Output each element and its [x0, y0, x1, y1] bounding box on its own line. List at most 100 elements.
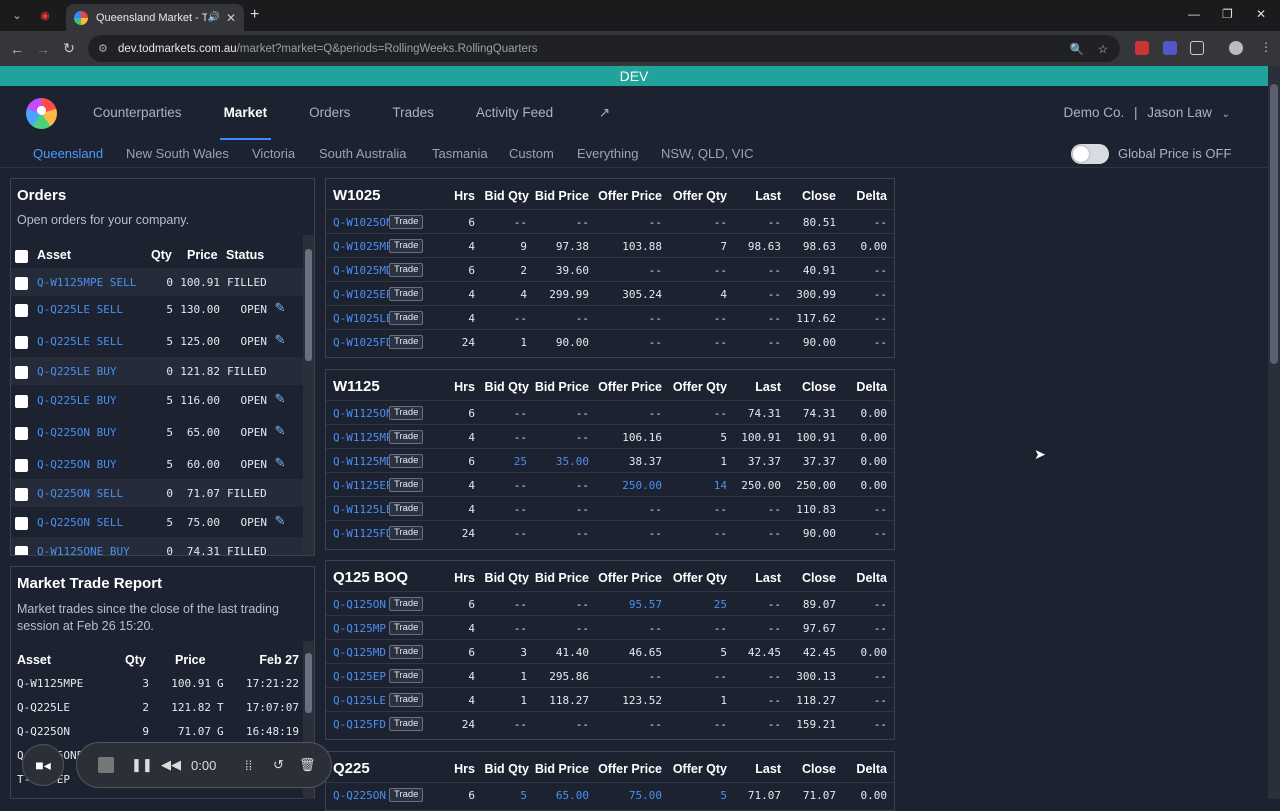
forward-icon[interactable]: → — [30, 41, 56, 57]
market-cell[interactable]: -- — [514, 718, 527, 731]
trade-button[interactable]: Trade — [389, 669, 424, 683]
market-cell[interactable]: 118.27 — [549, 694, 589, 707]
row-checkbox[interactable] — [15, 304, 28, 317]
trade-button[interactable]: Trade — [389, 645, 424, 659]
region-south-australia[interactable]: South Australia — [319, 146, 406, 161]
market-cell[interactable]: 7 — [720, 240, 727, 253]
market-cell[interactable]: 5 — [520, 789, 527, 802]
market-cell[interactable]: -- — [514, 431, 527, 444]
market-cell[interactable]: -- — [649, 407, 662, 420]
order-row[interactable]: Q-Q225LE SELL 5 125.00 OPEN ✎ — [11, 327, 303, 355]
order-row[interactable]: Q-Q225ON SELL 0 71.07 FILLED — [11, 479, 303, 507]
order-asset[interactable]: Q-Q225ON BUY — [37, 458, 116, 471]
edit-order-icon[interactable]: ✎ — [275, 297, 295, 317]
new-tab-button[interactable]: + — [250, 6, 259, 24]
market-cell[interactable]: -- — [576, 527, 589, 540]
row-checkbox[interactable] — [15, 517, 28, 530]
region-queensland[interactable]: Queensland — [33, 146, 103, 161]
order-asset[interactable]: Q-Q225ON BUY — [37, 426, 116, 439]
market-cell[interactable]: -- — [514, 216, 527, 229]
close-tab-icon[interactable]: ✕ — [226, 11, 236, 25]
market-cell[interactable]: 35.00 — [556, 455, 589, 468]
market-cell[interactable]: 123.52 — [622, 694, 662, 707]
nav-counterparties[interactable]: Counterparties — [93, 105, 182, 121]
trade-button[interactable]: Trade — [389, 239, 424, 253]
market-cell[interactable]: -- — [514, 598, 527, 611]
region-tasmania[interactable]: Tasmania — [432, 146, 488, 161]
order-asset[interactable]: Q-Q225ON SELL — [37, 487, 123, 500]
market-cell[interactable]: 1 — [520, 694, 527, 707]
order-asset[interactable]: Q-W1125ONE BUY — [37, 545, 130, 555]
market-cell[interactable]: 65.00 — [556, 789, 589, 802]
market-cell[interactable]: 5 — [720, 646, 727, 659]
market-asset[interactable]: Q-Q125MP — [333, 622, 386, 635]
edit-order-icon[interactable]: ✎ — [275, 510, 295, 530]
order-asset[interactable]: Q-W1125MPE SELL — [37, 276, 136, 289]
market-cell[interactable]: -- — [714, 312, 727, 325]
market-cell[interactable]: -- — [514, 527, 527, 540]
row-checkbox[interactable] — [15, 395, 28, 408]
grid-icon[interactable]: ⁞⁞ — [245, 758, 252, 773]
rewind-icon[interactable]: ◀◀ — [161, 757, 181, 773]
market-cell[interactable]: -- — [649, 264, 662, 277]
market-cell[interactable]: 3 — [520, 646, 527, 659]
order-asset[interactable]: Q-Q225LE SELL — [37, 303, 123, 316]
market-cell[interactable]: -- — [714, 622, 727, 635]
region-everything[interactable]: Everything — [577, 146, 638, 161]
market-cell[interactable]: 1 — [720, 694, 727, 707]
order-row[interactable]: Q-Q225ON SELL 5 75.00 OPEN ✎ — [11, 508, 303, 536]
market-cell[interactable]: -- — [514, 407, 527, 420]
order-row[interactable]: Q-W1125ONE BUY 0 74.31 FILLED — [11, 537, 303, 555]
market-cell[interactable]: 97.38 — [556, 240, 589, 253]
profile-avatar[interactable] — [1229, 41, 1243, 55]
url-field[interactable]: ⚙ dev.todmarkets.com.au/market?market=Q&… — [88, 35, 1120, 62]
market-cell[interactable]: 305.24 — [622, 288, 662, 301]
row-checkbox[interactable] — [15, 277, 28, 290]
nav-market[interactable]: Market — [219, 105, 271, 140]
close-window-icon[interactable]: ✕ — [1256, 7, 1266, 21]
edit-order-icon[interactable]: ✎ — [275, 420, 295, 440]
market-cell[interactable]: -- — [649, 718, 662, 731]
market-cell[interactable]: -- — [714, 670, 727, 683]
extension-icon[interactable] — [1135, 41, 1149, 55]
trade-button[interactable]: Trade — [389, 717, 424, 731]
market-asset[interactable]: Q-Q125MD — [333, 646, 386, 659]
trade-button[interactable]: Trade — [389, 311, 424, 325]
trade-button[interactable]: Trade — [389, 215, 424, 229]
order-row[interactable]: Q-Q225LE BUY 0 121.82 FILLED — [11, 357, 303, 385]
trade-button[interactable]: Trade — [389, 406, 424, 420]
market-cell[interactable]: -- — [649, 312, 662, 325]
market-cell[interactable]: 38.37 — [629, 455, 662, 468]
market-cell[interactable]: -- — [714, 527, 727, 540]
order-row[interactable]: Q-Q225ON BUY 5 60.00 OPEN ✎ — [11, 450, 303, 478]
market-cell[interactable]: 5 — [720, 789, 727, 802]
trade-button[interactable]: Trade — [389, 430, 424, 444]
back-icon[interactable]: ← — [4, 41, 30, 57]
zoom-icon[interactable]: 🔍 — [1070, 42, 1084, 56]
market-cell[interactable]: 250.00 — [622, 479, 662, 492]
tab-search-icon[interactable]: ⌄ — [6, 5, 28, 27]
order-row[interactable]: Q-W1125MPE SELL 0 100.91 FILLED — [11, 268, 303, 296]
browser-menu-icon[interactable]: ⋮ — [1260, 40, 1274, 54]
nav-trades[interactable]: Trades — [392, 105, 434, 121]
market-cell[interactable]: 75.00 — [629, 789, 662, 802]
region-victoria[interactable]: Victoria — [252, 146, 295, 161]
market-cell[interactable]: -- — [649, 216, 662, 229]
market-cell[interactable]: -- — [714, 718, 727, 731]
row-checkbox[interactable] — [15, 336, 28, 349]
market-cell[interactable]: -- — [514, 503, 527, 516]
row-checkbox[interactable] — [15, 427, 28, 440]
trade-button[interactable]: Trade — [389, 454, 424, 468]
market-cell[interactable]: 1 — [520, 670, 527, 683]
market-cell[interactable]: 1 — [520, 336, 527, 349]
market-cell[interactable]: 9 — [520, 240, 527, 253]
bookmark-star-icon[interactable]: ☆ — [1098, 42, 1108, 56]
trade-button[interactable]: Trade — [389, 335, 424, 349]
extension-icon[interactable] — [1163, 41, 1177, 55]
market-cell[interactable]: 39.60 — [556, 264, 589, 277]
minimize-icon[interactable]: — — [1188, 7, 1200, 21]
order-asset[interactable]: Q-Q225LE BUY — [37, 365, 116, 378]
market-cell[interactable]: 5 — [720, 431, 727, 444]
maximize-icon[interactable]: ❐ — [1222, 7, 1233, 21]
market-cell[interactable]: 25 — [714, 598, 727, 611]
